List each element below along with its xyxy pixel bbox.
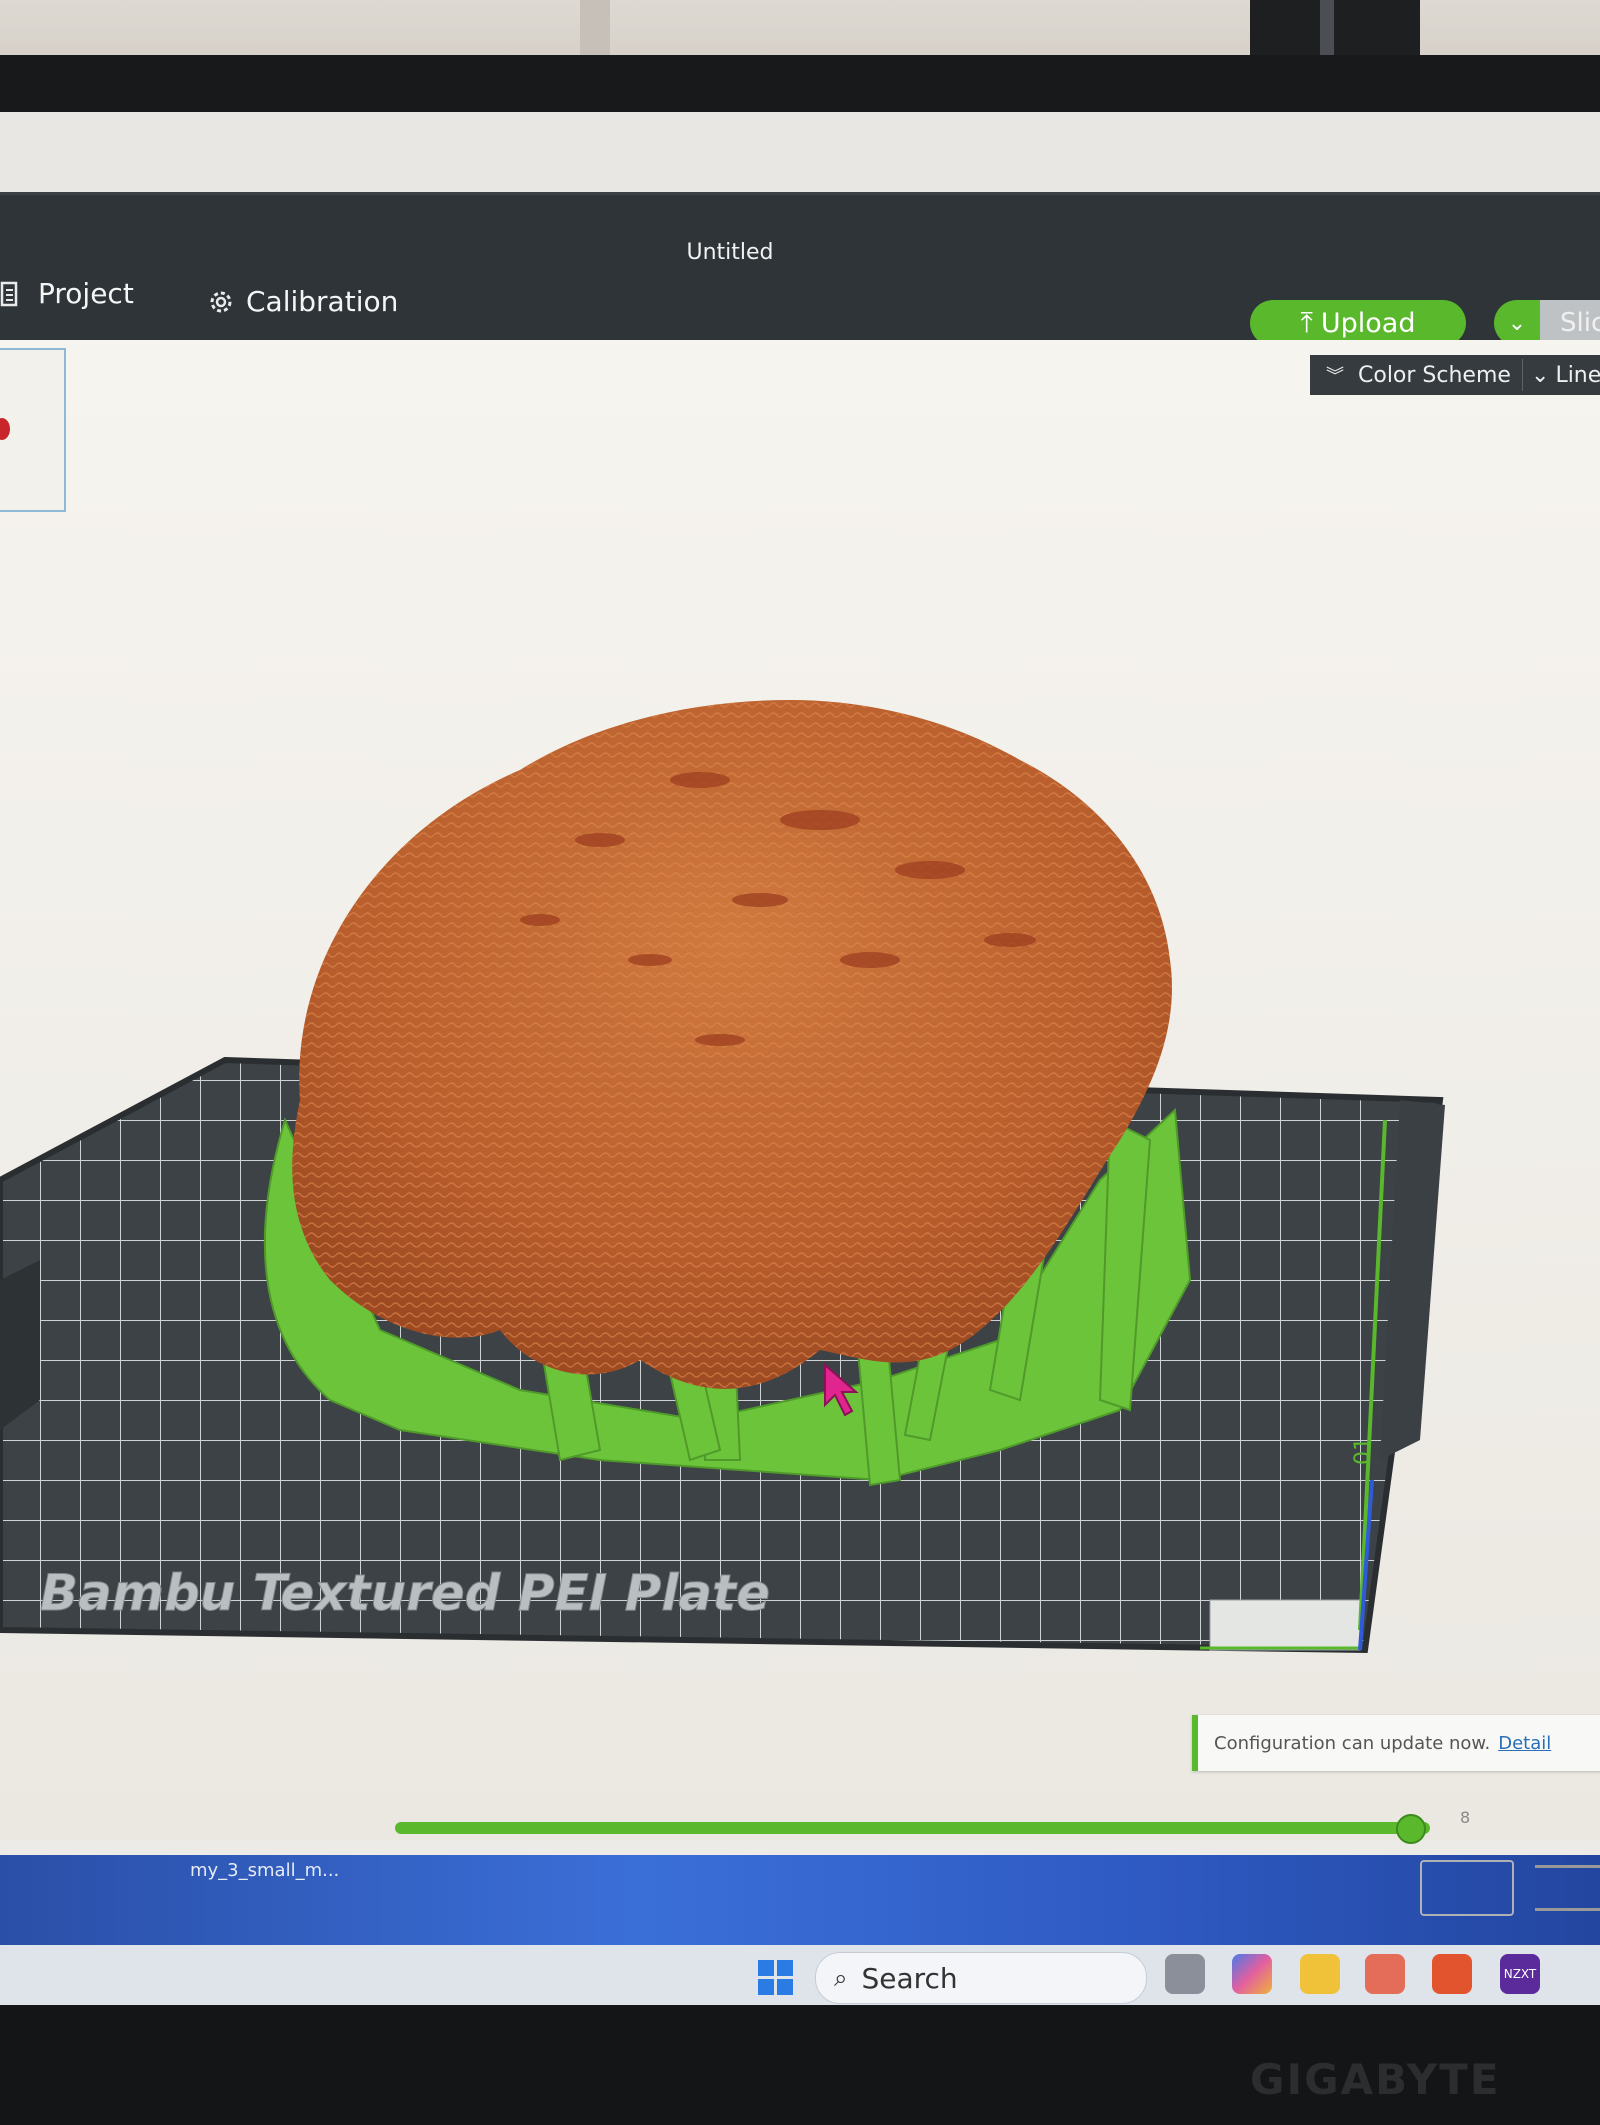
taskbar-search[interactable]: ⌕ Search [815,1952,1147,2004]
monitor-brand-logo: GIGABYTE [1250,2055,1501,2104]
layer-slider-value: 8 [1460,1808,1471,1827]
calibration-gear-icon [208,289,232,313]
upload-arrow-icon: ⤒ [1300,306,1313,339]
notification-text: Configuration can update now. [1214,1732,1491,1754]
monitor-stand-highlight [1320,0,1334,60]
nzxt-app-icon[interactable]: NZXT [1500,1954,1540,1994]
tab-calibration-label: Calibration [246,284,399,318]
tab-project-label: Project [38,276,134,310]
desktop-file-label[interactable]: my_3_small_m... [190,1860,339,1881]
layers-icon[interactable] [1535,1865,1600,1911]
layer-slider-track[interactable] [395,1822,1430,1834]
3d-viewport[interactable]: ︾ Color Scheme ⌄ Line Bambu Textured PEI… [0,340,1600,1840]
file-explorer-icon[interactable] [1300,1954,1340,1994]
project-icon [0,281,24,307]
nzxt-label: NZXT [1503,1967,1537,1981]
tab-project[interactable]: Project [0,258,134,328]
store-icon[interactable] [1365,1954,1405,1994]
taskbar [0,1945,1600,2010]
config-update-notification: Configuration can update now. Detail [1192,1715,1600,1771]
notification-detail-link[interactable]: Detail [1498,1733,1551,1754]
photos-icon[interactable] [1165,1954,1205,1994]
chevron-down-icon: ⌄ [1507,310,1527,336]
plate-label: Bambu Textured PEI Plate [40,1564,770,1622]
tab-calibration[interactable]: Calibration [208,266,398,336]
search-label: Search [861,1961,958,1995]
plate-number-label: 01 [1351,1437,1376,1465]
brave-icon[interactable] [1432,1954,1472,1994]
upload-label: Upload [1320,307,1416,339]
slice-label: Slic [1560,308,1600,338]
view-cube-icon[interactable] [1420,1860,1514,1916]
window-title-text: Untitled [686,240,774,265]
copilot-icon[interactable] [1232,1954,1272,1994]
os-title-strip [0,112,1600,192]
windows-start-icon[interactable] [758,1960,794,1996]
search-icon: ⌕ [834,1964,848,1992]
